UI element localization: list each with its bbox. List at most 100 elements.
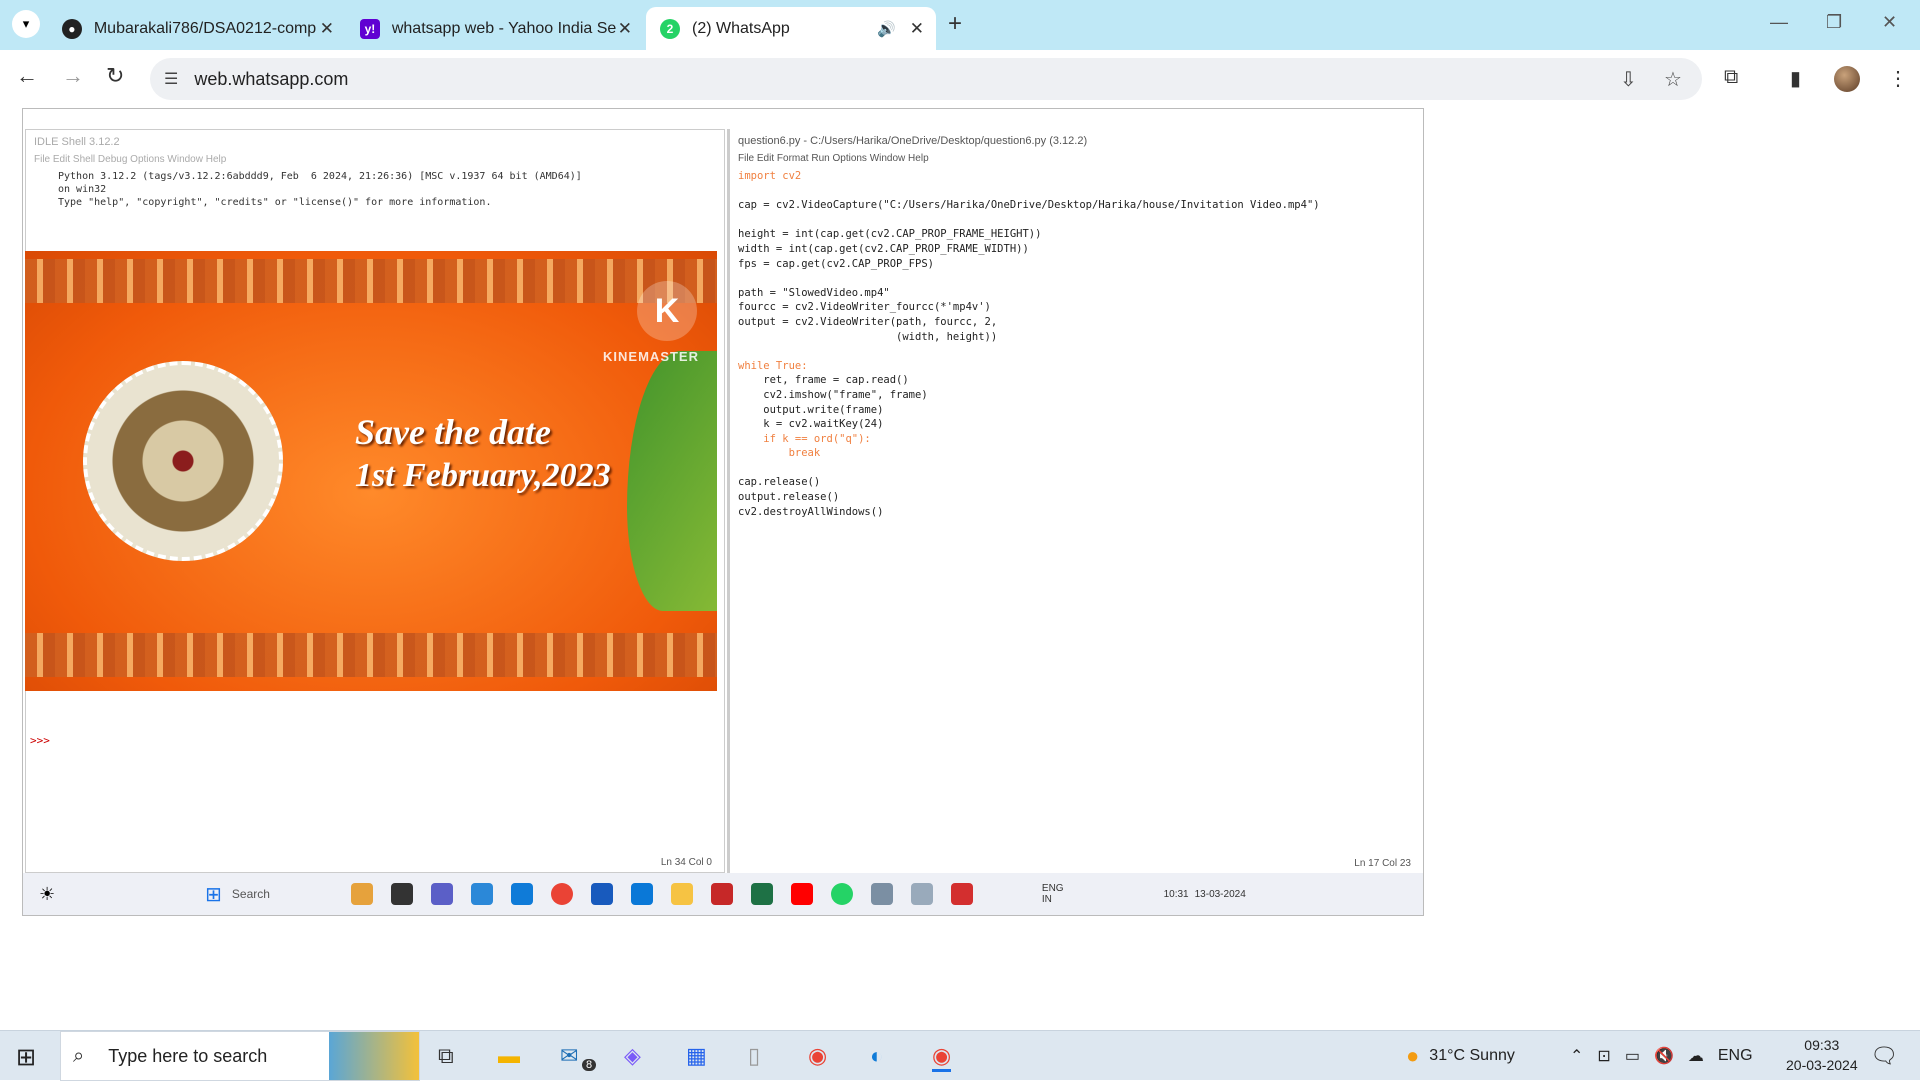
file-explorer-icon[interactable]: ▬ xyxy=(498,1043,520,1069)
close-window-icon[interactable]: ✕ xyxy=(1882,12,1897,33)
system-tray: ⌃ ⊡ ▭ 🔇 ☁ ENG xyxy=(1570,1031,1753,1081)
yahoo-icon: y! xyxy=(360,18,380,39)
mail-icon[interactable]: ✉ xyxy=(560,1043,578,1069)
tab-yahoo[interactable]: y! whatsapp web - Yahoo India Se ✕ xyxy=(346,7,644,50)
code-line: output.write(frame) xyxy=(738,403,884,416)
sun-icon: ● xyxy=(1406,1043,1420,1068)
chrome-profile-icon[interactable]: ◉ xyxy=(932,1043,952,1072)
idle-shell-title: IDLE Shell 3.12.2 xyxy=(34,136,120,148)
copilot-icon[interactable]: ◈ xyxy=(624,1043,641,1069)
windows-taskbar: ⊞ ⌕ Type here to search ⧉ ▬ ✉ 8 ◈ ▦ ▯ ◉ … xyxy=(0,1030,1920,1081)
app-icon xyxy=(710,883,733,905)
editor-menu: File Edit Format Run Options Window Help xyxy=(738,153,929,164)
audio-playing-icon[interactable]: 🔊 xyxy=(877,20,896,38)
tab-label: whatsapp web - Yahoo India Se xyxy=(391,19,617,37)
edge-icon[interactable]: ◐ xyxy=(870,1043,883,1069)
close-tab-icon[interactable]: ✕ xyxy=(618,19,632,39)
cloud-off-icon[interactable]: ☁ xyxy=(1688,1046,1704,1066)
idle-shell-menu: File Edit Shell Debug Options Window Hel… xyxy=(34,154,227,165)
store-icon[interactable]: ▦ xyxy=(686,1043,707,1069)
windows-start-icon: ⊞ xyxy=(205,883,222,906)
taskbar-clock[interactable]: 09:33 20-03-2024 xyxy=(1786,1035,1858,1075)
minimize-icon[interactable]: — xyxy=(1770,12,1788,33)
tab-github[interactable]: ● Mubarakali786/DSA0212-comp ✕ xyxy=(48,7,346,50)
code-line: output = cv2.VideoWriter(path, fourcc, 2… xyxy=(738,315,998,328)
bookmark-star-icon[interactable]: ☆ xyxy=(1664,67,1682,92)
clock-time: 09:33 xyxy=(1804,1037,1840,1053)
code-line: cap = cv2.VideoCapture("C:/Users/Harika/… xyxy=(738,199,1320,212)
code-line: cv2.destroyAllWindows() xyxy=(738,505,884,518)
volume-muted-icon[interactable]: 🔇 xyxy=(1654,1046,1674,1066)
code-line: cv2.imshow("frame", frame) xyxy=(738,388,928,401)
idle-editor-window: question6.py - C:/Users/Harika/OneDrive/… xyxy=(727,129,1423,873)
excel-icon xyxy=(750,883,773,905)
windows-start-icon[interactable]: ⊞ xyxy=(16,1043,36,1072)
app-icon xyxy=(470,883,493,905)
code-line: height = int(cap.get(cv2.CAP_PROP_FRAME_… xyxy=(738,228,1042,241)
language-indicator[interactable]: ENG xyxy=(1718,1047,1753,1065)
new-tab-button[interactable]: + xyxy=(948,10,962,38)
code-line: import cv2 xyxy=(738,170,802,182)
kinemaster-logo-icon: K xyxy=(637,281,697,341)
code-line: (width, height)) xyxy=(738,330,998,343)
taskbar-search[interactable]: ⌕ Type here to search xyxy=(60,1031,420,1081)
code-line: fps = cap.get(cv2.CAP_PROP_FPS) xyxy=(738,257,934,270)
weather-widget[interactable]: ● 31°C Sunny xyxy=(1406,1031,1515,1081)
search-highlight-icon xyxy=(329,1032,419,1080)
restore-icon[interactable]: ❐ xyxy=(1826,12,1842,33)
tab-label: Mubarakali786/DSA0212-comp xyxy=(93,19,317,37)
search-icon: ⌕ xyxy=(73,1044,85,1067)
chevron-up-icon[interactable]: ⌃ xyxy=(1570,1046,1583,1066)
side-panel-icon[interactable]: ▮ xyxy=(1790,66,1801,91)
menu-dots-icon[interactable]: ⋮ xyxy=(1888,66,1908,91)
idle-icon xyxy=(910,883,933,905)
shared-screenshot-image[interactable]: IDLE Shell 3.12.2 File Edit Shell Debug … xyxy=(22,108,1424,916)
back-icon[interactable]: ← xyxy=(16,63,38,89)
inner-date: 13-03-2024 xyxy=(1194,888,1246,900)
video-frame-window: Save the date 1st February,2023 K KINEMA… xyxy=(25,251,717,691)
notifications-icon[interactable]: 🗨 xyxy=(1870,1043,1898,1069)
extensions-icon[interactable]: ⧉ xyxy=(1724,66,1738,89)
code-line: output.release() xyxy=(738,491,840,504)
file-icon[interactable]: ▯ xyxy=(748,1043,760,1069)
code-line: if k == ord("q"): xyxy=(738,432,871,445)
search-placeholder: Type here to search xyxy=(108,1045,268,1066)
code-line: while True: xyxy=(738,359,808,372)
teams-icon xyxy=(430,883,453,905)
avatar[interactable] xyxy=(1834,66,1860,92)
chrome-icon xyxy=(550,883,573,905)
app-icon xyxy=(350,883,373,905)
forward-icon[interactable]: → xyxy=(62,63,84,89)
code-line: ret, frame = cap.read() xyxy=(738,374,909,387)
event-date-text: 1st February,2023 xyxy=(355,457,611,494)
address-bar[interactable]: ☰ web.whatsapp.com ⇩ ☆ xyxy=(150,58,1702,100)
reload-icon[interactable]: ↻ xyxy=(106,63,124,89)
code-line: fourcc = cv2.VideoWriter_fourcc(*'mp4v') xyxy=(738,301,991,314)
tab-label: (2) WhatsApp xyxy=(692,19,790,37)
url-text[interactable]: web.whatsapp.com xyxy=(194,69,348,90)
shell-prompt: >>> xyxy=(30,734,50,747)
close-tab-icon[interactable]: ✕ xyxy=(320,19,334,39)
task-view-icon[interactable]: ⧉ xyxy=(438,1043,454,1069)
tab-search-dropdown[interactable]: ▾ xyxy=(12,10,40,38)
tab-whatsapp[interactable]: 2 (2) WhatsApp 🔊 ✕ xyxy=(646,7,936,50)
weather-text: 31°C Sunny xyxy=(1429,1047,1515,1064)
banana-leaf-decoration xyxy=(627,351,717,611)
close-tab-icon[interactable]: ✕ xyxy=(910,19,924,39)
battery-icon[interactable]: ▭ xyxy=(1625,1046,1640,1066)
install-app-icon[interactable]: ⇩ xyxy=(1620,67,1637,92)
chrome-icon[interactable]: ◉ xyxy=(808,1043,827,1069)
kinemaster-watermark: KINEMASTER xyxy=(603,349,699,364)
site-info-icon[interactable]: ☰ xyxy=(164,69,178,89)
network-icon[interactable]: ⊡ xyxy=(1597,1046,1610,1066)
python-banner: Python 3.12.2 (tags/v3.12.2:6abddd9, Feb… xyxy=(58,171,582,208)
idle-status: Ln 34 Col 0 xyxy=(660,857,712,868)
inner-search-text: Search xyxy=(231,887,270,901)
editor-title: question6.py - C:/Users/Harika/OneDrive/… xyxy=(738,135,1088,147)
clock-date: 20-03-2024 xyxy=(1786,1057,1858,1073)
youtube-icon xyxy=(790,883,813,905)
